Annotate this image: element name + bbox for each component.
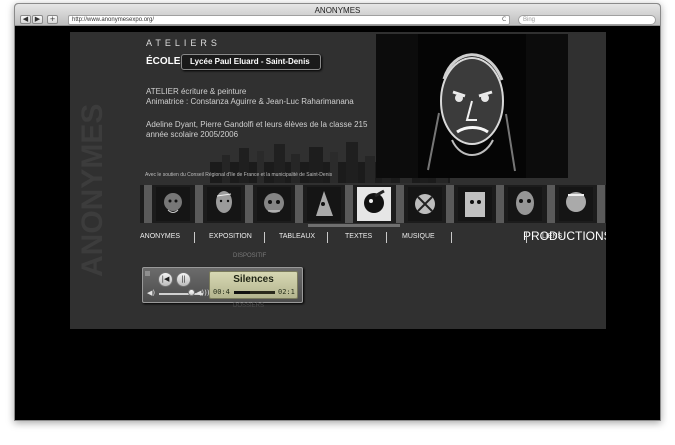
film-strip-mark [547,185,555,223]
featured-portrait[interactable] [418,34,526,178]
nav-divider [526,232,527,243]
volume-knob[interactable] [187,289,195,296]
thumbnail-9[interactable] [559,187,593,221]
seek-progress [234,291,251,294]
speaker-high-icon: ◀))) [196,289,210,297]
audio-player: |◀ || ◀) ◀))) Silences 00:4 02:1 [142,267,303,303]
player-display: Silences 00:4 02:1 [209,271,298,299]
face-icon [465,192,485,217]
nav-tableaux[interactable]: TABLEAUX [279,233,315,240]
film-strip-mark [446,185,454,223]
seek-bar[interactable] [234,291,275,294]
total-time: 02:1 [278,288,295,296]
face-icon [216,191,232,213]
track-title: Silences [233,274,274,285]
elapsed-time: 00:4 [213,288,230,296]
window-title: ANONYMES [314,6,361,15]
nav-textes[interactable]: TEXTES [345,233,372,240]
reload-icon[interactable]: C [502,16,506,23]
face-icon [566,192,586,212]
address-bar[interactable]: http://www.anonymesexpo.org/ [68,15,510,25]
artwork-filmstrip [140,185,606,223]
nav-exposition[interactable]: EXPOSITION [209,233,252,240]
add-bookmark-button[interactable]: + [47,15,58,24]
featured-artwork-frame [376,34,568,178]
productions-submenu-dispositif[interactable]: DISPOSITIF [233,253,266,259]
face-icon [164,193,182,213]
film-strip-mark [295,185,303,223]
website-content: ANONYMES ATELIERS ÉCOLES : Lycée Paul El… [70,32,606,329]
students-line: Adeline Dyant, Pierre Gandolfi et leurs … [146,120,368,129]
thumbnail-6[interactable] [408,187,442,221]
face-icon [316,191,333,216]
thumbnail-2[interactable] [207,187,241,221]
thumbnail-3[interactable] [257,187,291,221]
film-strip-mark [396,185,404,223]
thumbnail-1[interactable] [156,187,190,221]
portrait-drawing [427,53,516,172]
player-grip [145,271,150,276]
speaker-icon: ◀) [147,289,156,297]
atelier-line: ATELIER écriture & peinture [146,87,247,96]
face-icon [264,193,284,213]
main-navigation: ANONYMES EXPOSITION TABLEAUX TEXTES MUSI… [140,229,606,249]
nav-productions[interactable]: PRODUCTIONS [523,229,606,243]
ateliers-heading: ATELIERS [146,38,221,48]
film-strip-mark [195,185,203,223]
school-selector[interactable]: Lycée Paul Eluard - Saint-Denis [181,54,321,70]
nav-divider [451,232,452,243]
support-credit: Avec le soutien du Conseil Régional d'Il… [145,172,333,178]
animatrice-line: Animatrice : Constanza Aguirre & Jean-Lu… [146,97,354,106]
film-strip-mark [144,185,152,223]
nav-musique[interactable]: MUSIQUE [402,233,435,240]
nav-anonymes[interactable]: ANONYMES [140,233,180,240]
pause-button[interactable]: || [176,272,191,287]
nav-divider [264,232,265,243]
film-strip-mark [345,185,353,223]
film-strip-mark [245,185,253,223]
film-strip-mark [597,185,605,223]
vertical-watermark: ANONYMES [76,103,109,277]
filmstrip-scrollbar[interactable] [308,224,400,227]
forward-button[interactable]: ▶ [32,15,43,24]
face-icon [364,189,385,213]
thumbnail-4[interactable] [307,187,341,221]
thumbnail-8[interactable] [508,187,542,221]
search-field[interactable]: Bing [518,15,656,25]
productions-submenu-dossiers[interactable]: DOSSIERS [233,303,264,309]
previous-track-button[interactable]: |◀ [158,272,173,287]
face-icon [516,191,534,215]
back-button[interactable]: ◀ [20,15,31,24]
face-icon [415,194,435,214]
nav-divider [386,232,387,243]
film-strip-mark [496,185,504,223]
nav-divider [194,232,195,243]
thumbnail-7[interactable] [458,187,492,221]
thumbnail-5[interactable] [357,187,391,221]
titlebar: ANONYMES ◀ ▶ + http://www.anonymesexpo.o… [15,4,660,26]
nav-divider [327,232,328,243]
browser-window: ANONYMES ◀ ▶ + http://www.anonymesexpo.o… [14,3,661,421]
nav-liens[interactable]: LIENS [542,233,562,240]
